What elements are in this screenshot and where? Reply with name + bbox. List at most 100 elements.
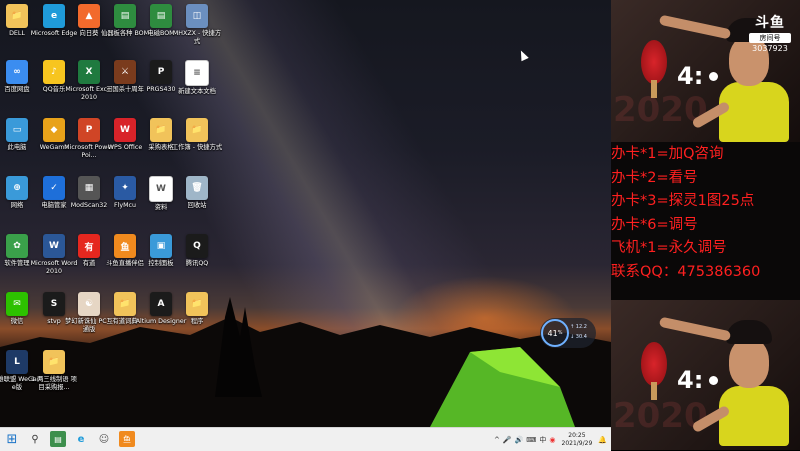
desktop-icon-label: 工作簿 - 快捷方式 bbox=[171, 144, 223, 151]
app-icon: ∞ bbox=[6, 60, 28, 84]
app-icon: ✓ bbox=[43, 176, 65, 200]
app-icon: ▲ bbox=[78, 4, 100, 28]
app-icon: ☯ bbox=[78, 292, 100, 316]
app-icon: ◆ bbox=[43, 118, 65, 142]
player-shirt bbox=[719, 386, 789, 446]
desktop-icon-label: 程序 bbox=[190, 318, 204, 325]
app-icon: ▭ bbox=[6, 118, 28, 142]
ad-line-4: 办卡*6=调号 bbox=[611, 216, 698, 233]
desktop-icon[interactable]: 🗑 回收站 bbox=[171, 176, 223, 210]
mouse-cursor-icon bbox=[517, 48, 529, 62]
microphone-icon[interactable]: 🎤 bbox=[503, 436, 512, 444]
app-icon: ▣ bbox=[150, 234, 172, 258]
douyu-logo: 斗鱼 房间号 3037923 bbox=[743, 12, 797, 53]
app-icon: ⚔ bbox=[114, 60, 136, 84]
player-arm bbox=[658, 14, 732, 40]
app-icon: P bbox=[150, 60, 172, 84]
paddle-icon bbox=[641, 40, 667, 84]
cpu-usage-ring: 41% bbox=[541, 319, 569, 347]
logo-brand: 斗鱼 bbox=[755, 15, 785, 31]
ball-icon bbox=[709, 72, 718, 81]
paddle-handle bbox=[651, 382, 657, 400]
cpu-percent-unit: % bbox=[557, 330, 563, 336]
ball-icon bbox=[709, 376, 718, 385]
taskbar-app-spreadsheet[interactable]: ▤ bbox=[50, 431, 66, 447]
desktop-icon[interactable]: ≡ 新建文本文档 bbox=[171, 60, 223, 96]
desktop-icon-label: MHXZX - 快捷方式 bbox=[172, 30, 222, 45]
desktop-icon-label: 腾讯QQ bbox=[185, 260, 209, 267]
ad-line-2: 办卡*2=看号 bbox=[611, 169, 698, 186]
player-face bbox=[729, 338, 769, 388]
taskbar-app-douyu[interactable]: 鱼 bbox=[119, 431, 135, 447]
app-icon: ⊕ bbox=[6, 176, 28, 200]
app-icon: ✿ bbox=[6, 234, 28, 258]
app-icon: Q bbox=[186, 234, 208, 258]
app-icon: W bbox=[149, 176, 173, 202]
app-icon: ♪ bbox=[43, 60, 65, 84]
app-icon: W bbox=[43, 234, 65, 258]
clock-time: 20:25 bbox=[568, 431, 586, 439]
app-icon: 🗑 bbox=[186, 176, 208, 200]
input-method-indicator[interactable]: 中 bbox=[539, 435, 546, 445]
ad-line-1: 办卡*1=加Q咨询 bbox=[611, 146, 724, 162]
start-button[interactable]: ⊞ bbox=[4, 431, 20, 447]
app-icon: 📁 bbox=[114, 292, 136, 316]
desktop-icon-label: 1 两三线制语 项目采购报... bbox=[31, 376, 77, 391]
app-icon: P bbox=[78, 118, 100, 142]
volume-icon[interactable]: 🔊 bbox=[515, 436, 524, 444]
player-arm bbox=[658, 316, 732, 342]
room-label: 房间号 bbox=[749, 33, 791, 43]
search-button[interactable]: ⚲ bbox=[27, 431, 43, 447]
clock[interactable]: 20:25 2021/9/29 bbox=[562, 432, 593, 448]
app-icon: 📁 bbox=[6, 4, 28, 28]
paddle-handle bbox=[651, 80, 657, 98]
app-icon: A bbox=[150, 292, 172, 316]
app-icon: 有 bbox=[78, 234, 100, 258]
antivirus-icon[interactable]: ◉ bbox=[549, 436, 555, 444]
app-icon: 📁 bbox=[43, 350, 65, 374]
taskbar-app-edge[interactable]: e bbox=[73, 431, 89, 447]
app-icon: X bbox=[78, 60, 100, 84]
app-icon: L bbox=[6, 350, 28, 374]
app-icon: ✦ bbox=[114, 176, 136, 200]
app-icon: ▦ bbox=[78, 176, 100, 200]
ad-text-block: 办卡*1=加Q咨询 办卡*2=看号 办卡*3=探灵1图25点 办卡*6=调号 飞… bbox=[611, 143, 800, 284]
room-number: 3037923 bbox=[752, 44, 788, 53]
download-speed: ↓ 30.4 bbox=[570, 334, 587, 340]
ad-line-5: 飞机*1=永久调号 bbox=[611, 240, 727, 256]
desktop-icon[interactable]: 📁 1 两三线制语 项目采购报... bbox=[28, 350, 80, 392]
app-icon: 📁 bbox=[186, 118, 208, 142]
app-icon: W bbox=[114, 118, 136, 142]
desktop-icon[interactable]: 📁 程序 bbox=[171, 292, 223, 326]
desktop[interactable]: 📁 DELL e Microsoft Edge ▲ 向日葵 ▤ 仙器板各种 BOM ▤ 电磁BOM… bbox=[0, 0, 611, 427]
desktop-icon[interactable]: Q 腾讯QQ bbox=[171, 234, 223, 268]
desktop-icon[interactable]: ◫ MHXZX - 快捷方式 bbox=[171, 4, 223, 46]
player-hair bbox=[726, 320, 772, 344]
cpu-percent: 41 bbox=[547, 328, 558, 338]
ad-line-3: 办卡*3=探灵1图25点 bbox=[611, 193, 755, 209]
desktop-icon-label: 新建文本文档 bbox=[178, 88, 216, 95]
app-icon: ▤ bbox=[114, 4, 136, 28]
system-tray: ^ 🎤 🔊 ⌨ 中 ◉ 20:25 2021/9/29 🔔 bbox=[494, 430, 607, 449]
tray-expand-icon[interactable]: ^ bbox=[494, 436, 500, 444]
app-icon: ≡ bbox=[185, 60, 209, 86]
performance-widget[interactable]: 41% ↑ 12.2 ↓ 30.4 bbox=[540, 318, 596, 348]
clock-date: 2021/9/29 bbox=[561, 439, 593, 447]
paddle-icon bbox=[641, 342, 667, 386]
app-icon: e bbox=[43, 4, 65, 28]
taskbar: ⊞ ⚲ ▤ e ☺ 鱼 ^ 🎤 🔊 ⌨ 中 ◉ 20:25 2021/9/29 … bbox=[0, 427, 611, 451]
score-text: 4: bbox=[677, 62, 704, 90]
desktop-icon[interactable]: 📁 工作簿 - 快捷方式 bbox=[171, 118, 223, 152]
keyboard-icon[interactable]: ⌨ bbox=[526, 436, 536, 444]
player-image-top: 2020 4: 斗鱼 房间号 3037923 bbox=[611, 0, 800, 142]
ad-line-6: 联系QQ：475386360 bbox=[611, 263, 761, 280]
app-icon: ◫ bbox=[186, 4, 208, 28]
player-image-bottom: 2020 4: bbox=[611, 300, 800, 450]
taskbar-app-person[interactable]: ☺ bbox=[96, 431, 112, 447]
player-shirt bbox=[719, 82, 789, 142]
notification-icon[interactable]: 🔔 bbox=[598, 436, 607, 444]
stream-overlay: 2020 4: 斗鱼 房间号 3037923 办卡*1=加Q咨询 办卡*2=看号… bbox=[611, 0, 800, 450]
upload-speed: ↑ 12.2 bbox=[570, 324, 587, 330]
app-icon: ▤ bbox=[150, 4, 172, 28]
score-text: 4: bbox=[677, 366, 704, 394]
